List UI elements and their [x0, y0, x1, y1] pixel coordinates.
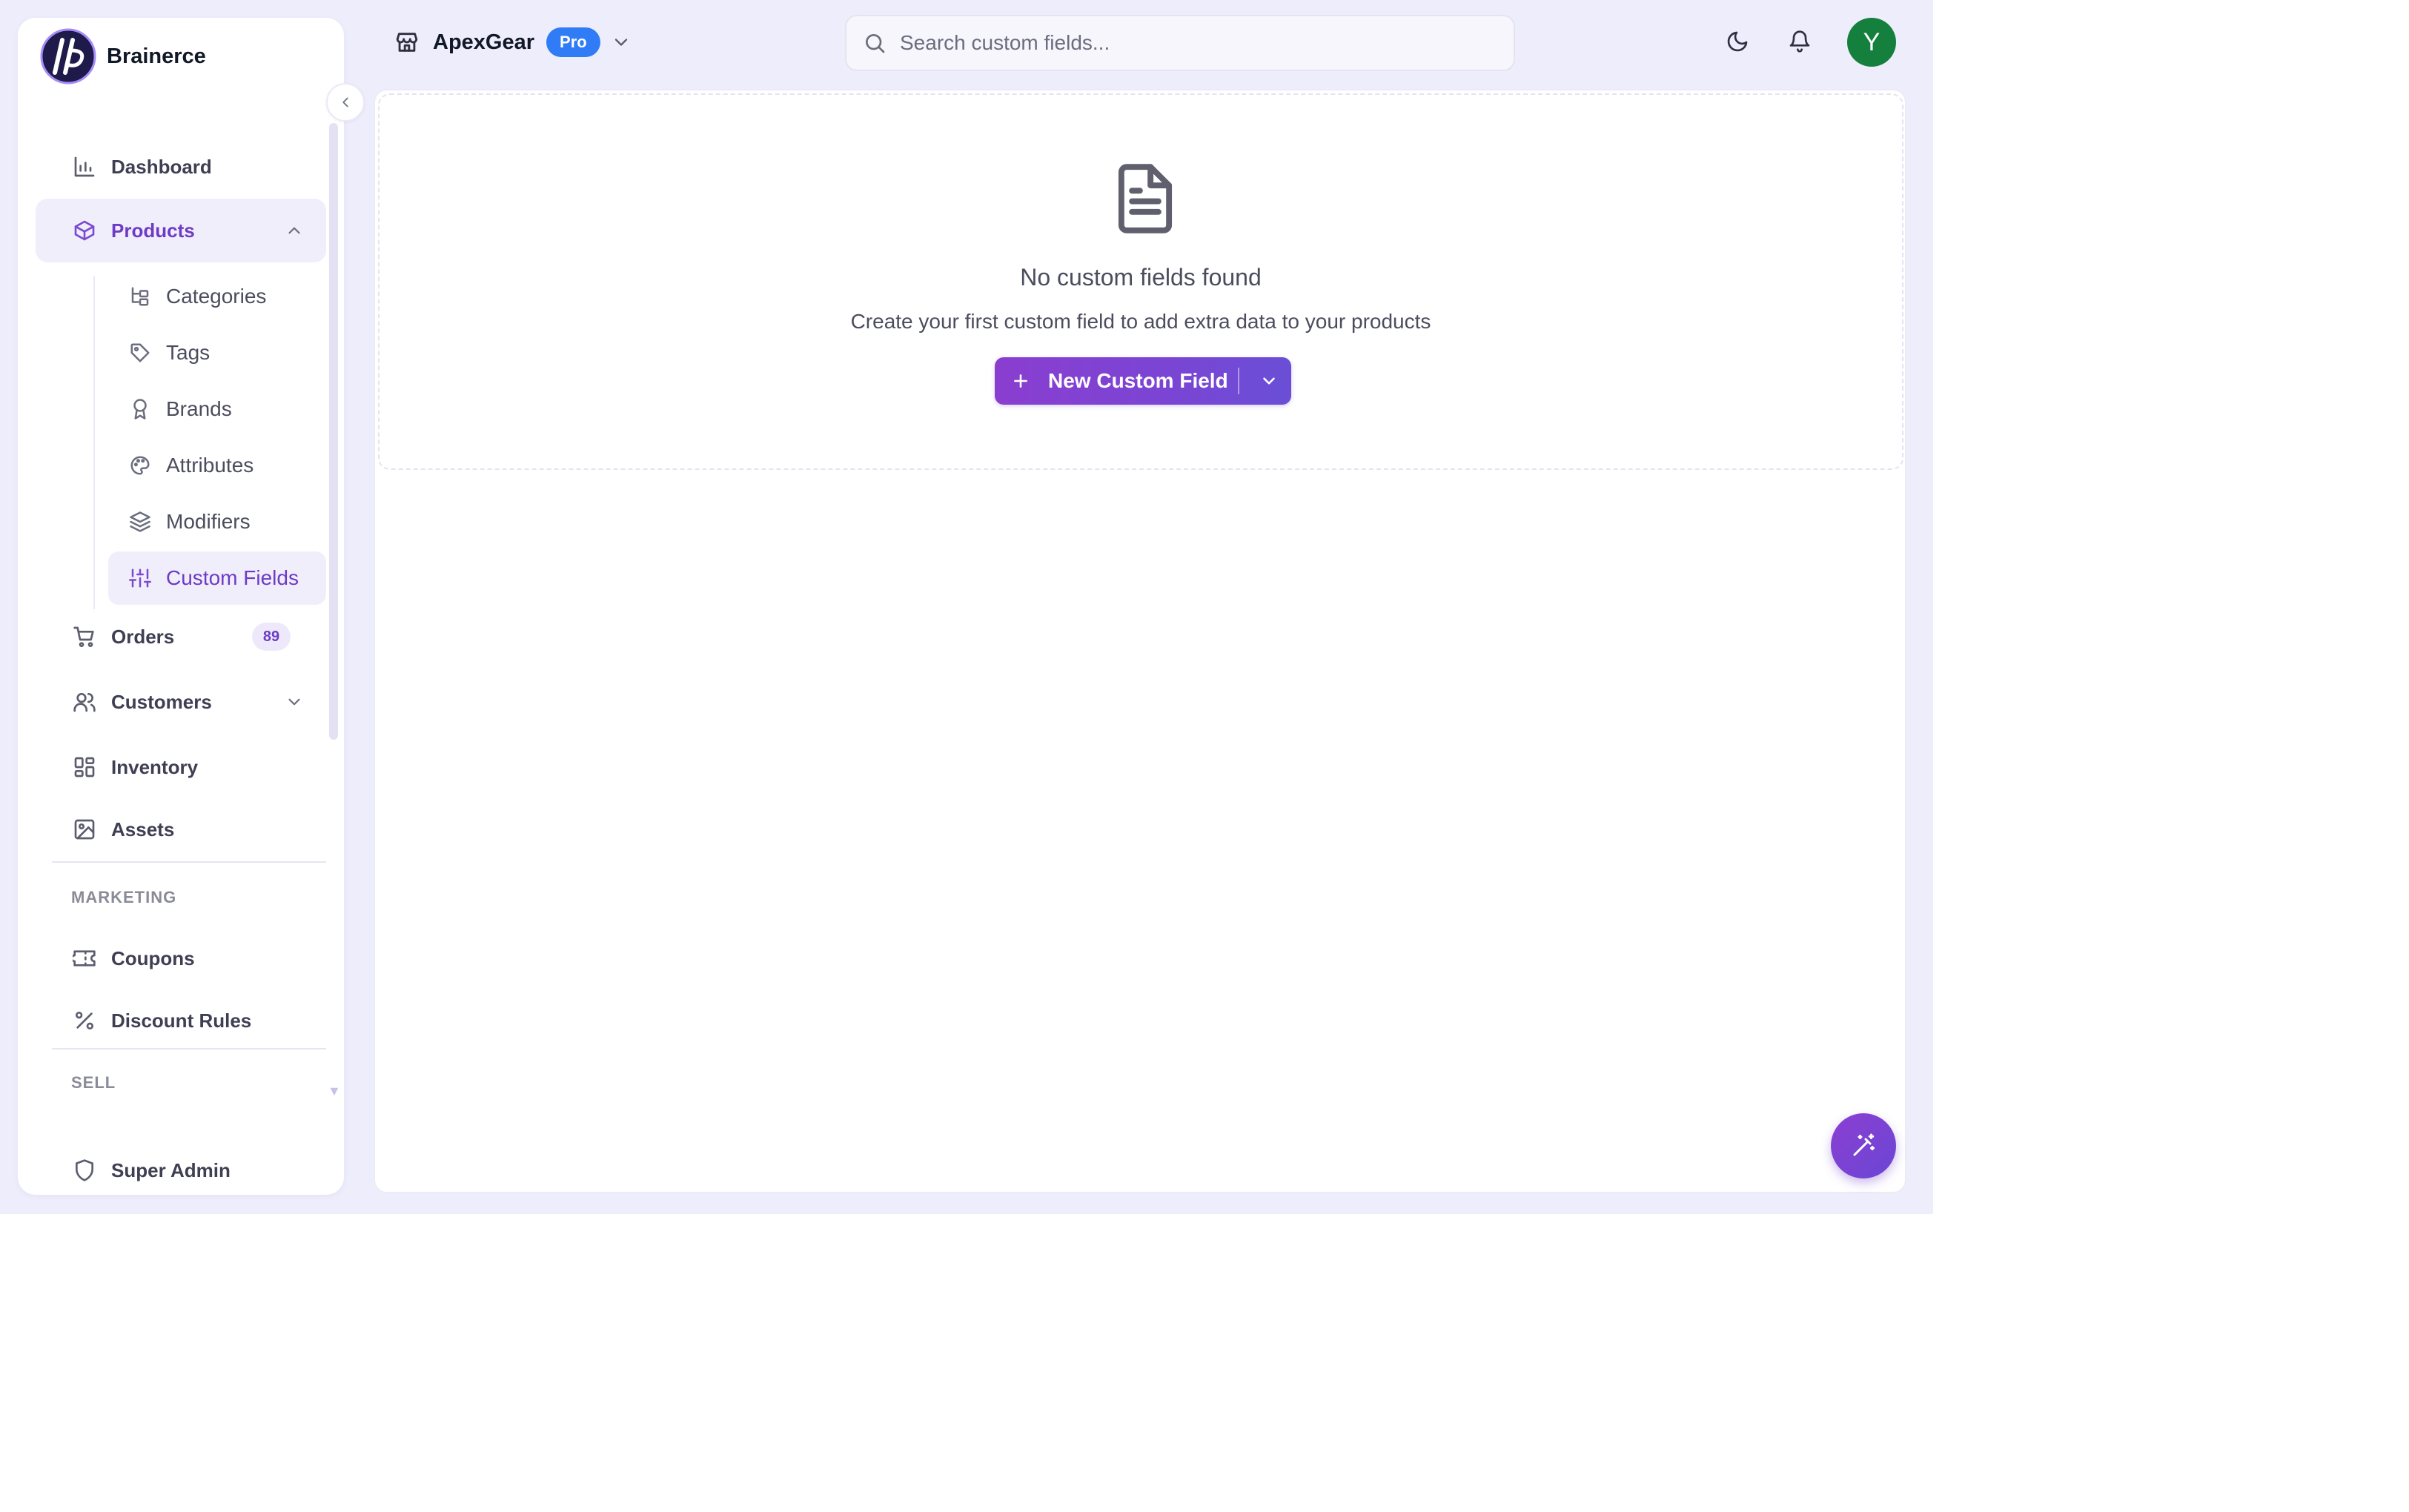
sidebar: Brainerce Dashboard Products Categories …: [18, 18, 344, 1195]
sidebar-subitem-label: Categories: [166, 285, 267, 308]
moon-icon: [1727, 31, 1748, 52]
plus-icon: [1011, 371, 1030, 391]
sidebar-item-orders[interactable]: Orders 89: [36, 605, 326, 669]
sidebar-subitem-label: Modifiers: [166, 510, 251, 533]
shield-icon: [70, 1155, 99, 1185]
sidebar-scrollbar[interactable]: [329, 123, 338, 740]
sidebar-item-label: Super Admin: [111, 1158, 231, 1181]
brand-logo-icon: [40, 28, 96, 84]
user-avatar[interactable]: Y: [1847, 18, 1896, 67]
chevron-up-icon[interactable]: [285, 221, 304, 240]
magic-wand-icon: [1853, 1133, 1875, 1156]
sidebar-item-coupons[interactable]: Coupons: [36, 926, 326, 990]
sidebar-subitem-label: Brands: [166, 397, 232, 420]
empty-state-description: Create your first custom field to add ex…: [850, 310, 1431, 333]
grid-icon: [70, 752, 99, 782]
sidebar-item-label: Customers: [111, 690, 212, 713]
sidebar-item-inventory[interactable]: Inventory: [36, 735, 326, 799]
sidebar-item-super-admin[interactable]: Super Admin: [36, 1138, 326, 1202]
theme-toggle-button[interactable]: [1717, 21, 1758, 62]
sidebar-item-products[interactable]: Products: [36, 199, 326, 262]
plan-badge: Pro: [546, 27, 600, 57]
sidebar-subitem-tags[interactable]: Tags: [108, 326, 326, 379]
sidebar-item-assets[interactable]: Assets: [36, 798, 326, 861]
sidebar-divider: [52, 1048, 326, 1050]
sidebar-item-label: Orders: [111, 625, 175, 648]
tree-icon: [127, 284, 153, 309]
empty-state: No custom fields found Create your first…: [378, 93, 1903, 470]
award-icon: [127, 397, 153, 422]
search-bar[interactable]: [845, 15, 1515, 71]
search-icon: [863, 31, 887, 55]
button-separator: [1238, 368, 1239, 394]
chevron-down-icon[interactable]: [285, 692, 304, 712]
notifications-button[interactable]: [1779, 21, 1820, 62]
ticket-icon: [70, 944, 99, 973]
sidebar-item-customers[interactable]: Customers: [36, 670, 326, 734]
store-icon: [394, 30, 420, 55]
new-custom-field-button[interactable]: New Custom Field: [995, 357, 1291, 405]
app-shell: Brainerce Dashboard Products Categories …: [0, 0, 1933, 1214]
layers-icon: [127, 509, 153, 534]
sidebar-item-discount-rules[interactable]: Discount Rules: [36, 989, 326, 1052]
brand-name: Brainerce: [107, 44, 206, 68]
submenu-guide-line: [93, 276, 95, 609]
new-field-options-dropdown[interactable]: [1247, 357, 1291, 405]
sidebar-subitem-attributes[interactable]: Attributes: [108, 439, 326, 492]
sidebar-subitem-label: Tags: [166, 341, 211, 364]
store-switcher[interactable]: ApexGear Pro: [394, 21, 632, 64]
empty-state-title: No custom fields found: [1020, 264, 1262, 291]
new-custom-field-label: New Custom Field: [1048, 369, 1228, 392]
orders-count-badge: 89: [252, 623, 291, 651]
section-label-marketing: MARKETING: [71, 888, 177, 906]
document-icon: [1113, 162, 1177, 236]
sidebar-item-label: Discount Rules: [111, 1009, 252, 1032]
chevron-left-icon: [342, 97, 348, 107]
bar-chart-icon: [70, 152, 99, 182]
sidebar-subitem-categories[interactable]: Categories: [108, 270, 326, 323]
collapse-sidebar-button[interactable]: [326, 83, 365, 122]
percent-icon: [70, 1006, 99, 1035]
sidebar-subitem-label: Custom Fields: [166, 566, 299, 589]
brand[interactable]: Brainerce: [40, 28, 206, 84]
sidebar-item-label: Assets: [111, 818, 175, 840]
image-icon: [70, 815, 99, 844]
sidebar-subitem-label: Attributes: [166, 454, 254, 477]
palette-icon: [127, 453, 153, 478]
users-icon: [70, 687, 99, 717]
section-label-sell: SELL: [71, 1073, 116, 1092]
box-icon: [70, 216, 99, 245]
bell-icon: [1789, 30, 1810, 53]
sidebar-item-label: Dashboard: [111, 155, 212, 178]
sidebar-divider: [52, 861, 326, 863]
sidebar-item-label: Coupons: [111, 946, 195, 969]
sidebar-item-label: Inventory: [111, 755, 199, 778]
chevron-down-icon[interactable]: [611, 32, 632, 53]
tag-icon: [127, 340, 153, 365]
search-input[interactable]: [898, 30, 1479, 56]
sidebar-subitem-brands[interactable]: Brands: [108, 382, 326, 436]
scroll-down-icon[interactable]: ▼: [328, 1084, 341, 1099]
sidebar-subitem-modifiers[interactable]: Modifiers: [108, 495, 326, 548]
sidebar-item-dashboard[interactable]: Dashboard: [36, 135, 326, 199]
main-panel: No custom fields found Create your first…: [374, 89, 1906, 1193]
sliders-icon: [127, 566, 153, 591]
chevron-down-icon: [1263, 377, 1275, 385]
store-name: ApexGear: [433, 30, 535, 54]
cart-icon: [70, 622, 99, 651]
ai-assistant-button[interactable]: [1831, 1113, 1896, 1178]
sidebar-item-label: Products: [111, 219, 195, 242]
sidebar-subitem-custom-fields[interactable]: Custom Fields: [108, 551, 326, 605]
